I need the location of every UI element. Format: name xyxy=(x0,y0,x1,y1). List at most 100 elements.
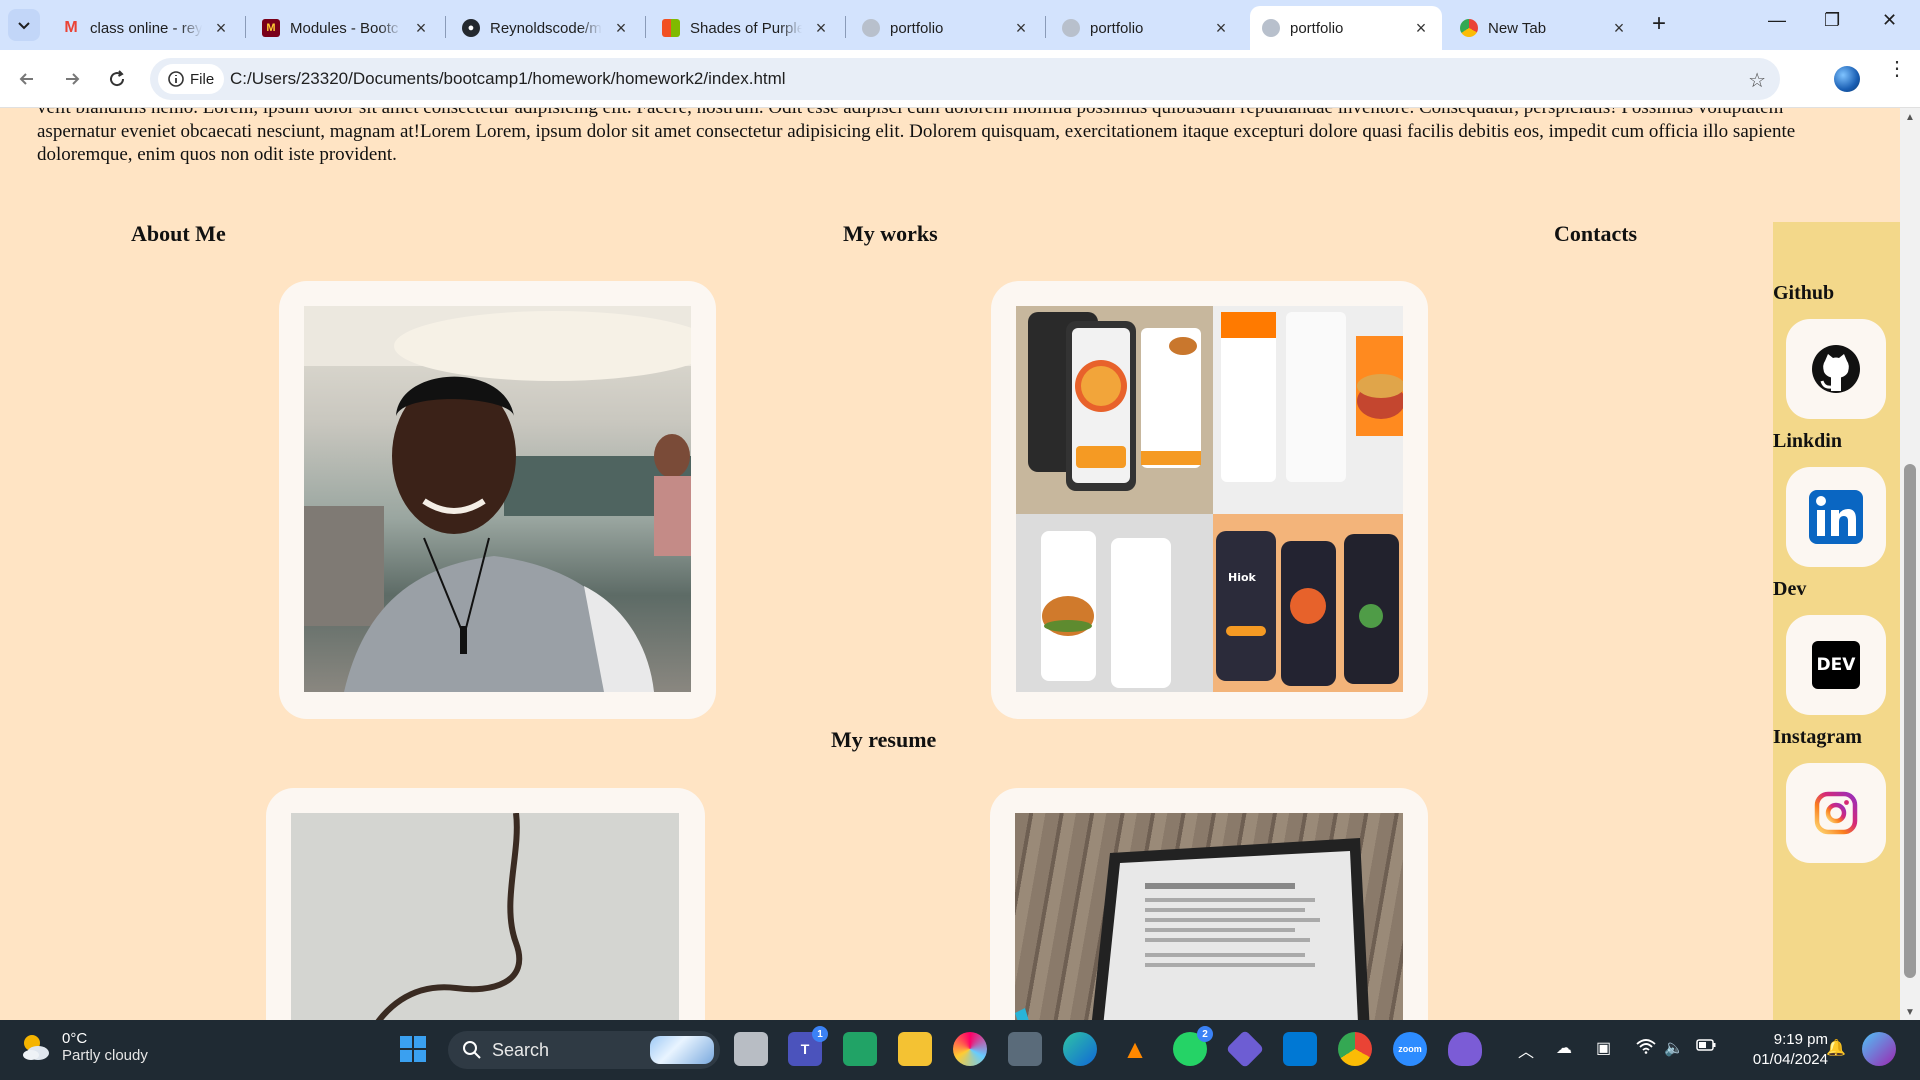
tab-portfolio-2[interactable]: portfolio × xyxy=(1050,6,1242,50)
chrome-icon xyxy=(1460,19,1478,37)
close-icon[interactable]: × xyxy=(812,18,830,39)
file-label: File xyxy=(190,70,215,88)
task-view-icon[interactable] xyxy=(734,1032,768,1066)
info-icon xyxy=(168,71,184,87)
dev-label: Dev xyxy=(1773,578,1807,600)
bookmark-star-icon[interactable]: ☆ xyxy=(1748,68,1766,93)
github-icon: ● xyxy=(462,19,480,37)
chevron-up-icon[interactable]: ︿ xyxy=(1518,1038,1534,1062)
tab-separator xyxy=(445,16,446,38)
contacts-heading: Contacts xyxy=(1554,221,1638,246)
resume-card-left xyxy=(266,788,705,1020)
taskbar-search[interactable]: Search xyxy=(448,1031,720,1069)
notification-bell-icon[interactable]: 🔔 xyxy=(1826,1038,1846,1058)
address-bar[interactable]: File C:/Users/23320/Documents/bootcamp1/… xyxy=(150,58,1780,100)
search-placeholder: Search xyxy=(492,1039,550,1060)
arrow-right-icon xyxy=(66,73,80,85)
forward-button[interactable] xyxy=(59,66,85,92)
github-link[interactable] xyxy=(1786,319,1886,419)
weather-widget[interactable]: 0°C Partly cloudy xyxy=(18,1030,148,1064)
resume-card-right xyxy=(990,788,1428,1020)
github-label: Github xyxy=(1773,282,1835,304)
minimize-button[interactable]: — xyxy=(1768,10,1786,31)
tab-shades[interactable]: Shades of Purple × xyxy=(650,6,842,50)
restore-button[interactable]: ❐ xyxy=(1824,10,1840,31)
windows-logo-icon xyxy=(400,1036,426,1062)
tab-gmail[interactable]: M class online - rey × xyxy=(50,6,242,50)
linkedin-label: Linkdin xyxy=(1773,430,1842,452)
close-window-button[interactable]: ✕ xyxy=(1882,10,1897,31)
site-info-chip[interactable]: File xyxy=(158,64,225,94)
vlc-icon[interactable]: ▲ xyxy=(1118,1032,1152,1066)
whatsapp-icon[interactable]: 2 xyxy=(1173,1026,1213,1066)
close-icon[interactable]: × xyxy=(1610,18,1628,39)
paint-icon[interactable] xyxy=(953,1032,987,1066)
github-icon xyxy=(1812,345,1860,393)
excel-icon[interactable] xyxy=(843,1032,877,1066)
teams-icon[interactable]: T1 xyxy=(788,1026,828,1066)
cable-illustration xyxy=(375,813,523,1020)
copilot-icon[interactable] xyxy=(1862,1032,1896,1066)
file-explorer-icon[interactable] xyxy=(898,1032,932,1066)
tab-search-button[interactable] xyxy=(8,9,40,41)
tab-title: class online - rey xyxy=(90,19,202,37)
close-icon[interactable]: × xyxy=(1012,18,1030,39)
reload-button[interactable] xyxy=(104,66,130,92)
chrome-taskbar-icon[interactable] xyxy=(1338,1032,1372,1066)
close-icon[interactable]: × xyxy=(1212,18,1230,39)
clock-time: 9:19 pm xyxy=(1773,1031,1828,1048)
profile-photo xyxy=(304,306,691,692)
calculator-icon[interactable] xyxy=(1008,1032,1042,1066)
page-scrollbar[interactable]: ▲ ▼ xyxy=(1900,108,1920,1020)
my-resume-heading: My resume xyxy=(831,727,937,752)
svg-text:Hiok: Hiok xyxy=(1228,571,1257,584)
scroll-up-arrow-icon[interactable]: ▲ xyxy=(1905,112,1915,123)
tab-portfolio-active[interactable]: portfolio × xyxy=(1250,6,1442,50)
linkedin-link[interactable] xyxy=(1786,467,1886,567)
battery-icon[interactable] xyxy=(1696,1038,1716,1057)
whatsapp-badge: 2 xyxy=(1197,1026,1213,1042)
browser-toolbar: File C:/Users/23320/Documents/bootcamp1/… xyxy=(0,50,1920,108)
scroll-down-arrow-icon[interactable]: ▼ xyxy=(1905,1007,1915,1018)
onedrive-icon[interactable]: ☁ xyxy=(1556,1038,1572,1058)
webpage: velit blanditiis nemo. Lorem, ipsum dolo… xyxy=(0,108,1900,1020)
tab-separator xyxy=(1045,16,1046,38)
volume-icon[interactable]: 🔈 xyxy=(1664,1038,1684,1058)
zoom-icon[interactable]: zoom xyxy=(1393,1032,1427,1066)
close-icon[interactable]: × xyxy=(212,18,230,39)
git-tool-icon[interactable] xyxy=(1225,1029,1265,1069)
system-clock[interactable]: 9:19 pm 01/04/2024 xyxy=(1738,1030,1828,1070)
tab-title: Modules - Bootc xyxy=(290,19,399,37)
instagram-link[interactable] xyxy=(1786,763,1886,863)
edge-icon[interactable] xyxy=(1063,1032,1097,1066)
menu-kebab-icon[interactable]: ⋮ xyxy=(1887,59,1907,79)
dev-link[interactable]: DEV xyxy=(1786,615,1886,715)
search-highlight-icon xyxy=(650,1036,714,1064)
close-icon[interactable]: × xyxy=(412,18,430,39)
profile-avatar[interactable] xyxy=(1834,66,1860,92)
laptop-illustration xyxy=(1015,838,1370,1020)
tab-modules[interactable]: M Modules - Bootc × xyxy=(250,6,442,50)
tab-portfolio-1[interactable]: portfolio × xyxy=(850,6,1042,50)
close-icon[interactable]: × xyxy=(612,18,630,39)
profile-photo-illustration xyxy=(304,306,691,692)
new-tab-button[interactable]: + xyxy=(1652,12,1666,36)
tab-separator xyxy=(845,16,846,38)
teams-badge: 1 xyxy=(812,1026,828,1042)
tab-new-tab[interactable]: New Tab × xyxy=(1448,6,1640,50)
tab-github[interactable]: ● Reynoldscode/m × xyxy=(450,6,642,50)
back-button[interactable] xyxy=(14,66,40,92)
wifi-icon[interactable] xyxy=(1636,1038,1656,1059)
vscode-icon[interactable] xyxy=(1283,1032,1317,1066)
partly-cloudy-icon xyxy=(23,1035,49,1060)
close-icon[interactable]: × xyxy=(1412,18,1430,39)
teams-tray-icon[interactable]: ▣ xyxy=(1596,1038,1611,1058)
start-button[interactable] xyxy=(396,1032,430,1066)
chevron-down-icon xyxy=(18,22,30,30)
tab-separator xyxy=(645,16,646,38)
tab-title: Shades of Purple xyxy=(690,19,802,37)
clock-date: 01/04/2024 xyxy=(1752,1051,1828,1068)
obsidian-icon[interactable] xyxy=(1448,1032,1482,1066)
scrollbar-thumb[interactable] xyxy=(1904,464,1916,978)
globe-icon xyxy=(862,19,880,37)
